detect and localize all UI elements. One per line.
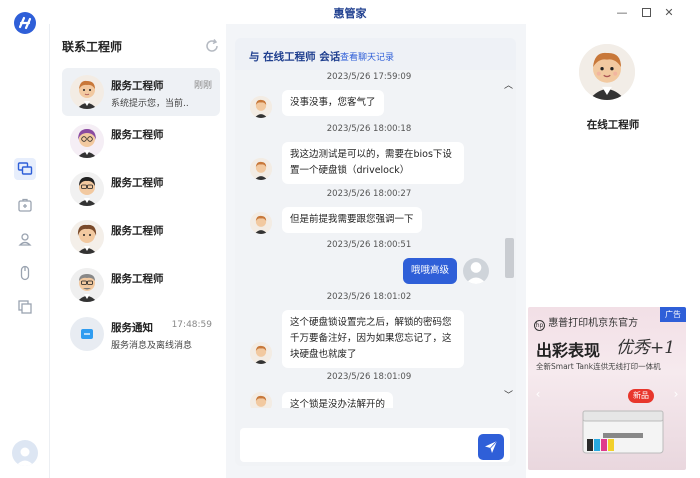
ad-banner[interactable]: 广告 hp 惠普打印机京东官方 出彩表现 优秀+1 全新Smart Tank连供… xyxy=(528,307,686,470)
contacts-header: 联系工程师 xyxy=(62,40,123,54)
message-bubble: 这个锁是没办法解开的 xyxy=(282,392,394,408)
contact-item[interactable]: 服务工程师 xyxy=(62,165,220,213)
refresh-button[interactable] xyxy=(204,38,220,54)
chevron-right-icon: › xyxy=(673,387,679,401)
engineer-avatar xyxy=(250,96,272,118)
chevron-up-icon[interactable]: ︿ xyxy=(504,78,513,91)
send-button[interactable] xyxy=(478,434,504,460)
engineer-avatar xyxy=(70,220,104,254)
ad-next-arrow[interactable]: › xyxy=(670,385,682,403)
contact-name: 服务工程师 xyxy=(111,225,164,237)
minimize-button[interactable]: — xyxy=(613,3,631,21)
contact-item[interactable]: 服务工程师 xyxy=(62,117,220,165)
message-list: 2023/5/26 17:59:09 没事没事，您客气了 2023/5/26 1… xyxy=(235,70,503,408)
contact-item[interactable]: 服务工程师 xyxy=(62,261,220,309)
notice-preview: 服务消息及离线消息 xyxy=(111,341,193,351)
chat-header: 与 在线工程师 会话 查看聊天记录 xyxy=(235,38,516,70)
location-person-icon xyxy=(18,233,32,246)
message-bubble: 这个硬盘锁设置完之后，解锁的密码您千万要备注好，因为如果您忘记了，这块硬盘也就废… xyxy=(282,310,464,368)
service-notice-item[interactable]: 服务通知 服务消息及离线消息 17:48:59 xyxy=(62,310,220,358)
engineer-avatar xyxy=(70,124,104,158)
mouse-icon xyxy=(20,265,30,281)
chat-icon xyxy=(17,162,33,175)
notice-name: 服务通知 xyxy=(111,322,153,334)
ad-script-text: 优秀+1 xyxy=(616,338,676,358)
contacts-panel: 联系工程师 服务工程师 系统提示您，当前... 刚刚 服务工程师 服务工程师 服… xyxy=(50,24,226,478)
copy-icon xyxy=(18,300,32,314)
my-message-bubble: 哦哦高级 xyxy=(403,258,458,284)
logo-icon xyxy=(18,16,32,30)
notice-time: 17:48:59 xyxy=(171,320,212,330)
engineer-avatar xyxy=(250,392,272,408)
chevron-left-icon: ‹ xyxy=(535,387,541,401)
maximize-icon xyxy=(641,7,651,17)
window-title: 惠管家 xyxy=(333,7,367,20)
refresh-icon xyxy=(206,39,218,52)
message-icon xyxy=(81,329,93,339)
ad-prev-arrow[interactable]: ‹ xyxy=(532,385,544,403)
service-nav-button[interactable] xyxy=(14,194,36,216)
message-input[interactable] xyxy=(240,428,510,462)
engineer-avatar xyxy=(250,158,272,180)
online-engineer-avatar xyxy=(579,44,635,100)
hp-logo-icon: hp xyxy=(534,320,545,331)
user-avatar[interactable] xyxy=(12,440,38,466)
message-timestamp: 2023/5/26 18:00:51 xyxy=(326,240,412,250)
close-icon: ✕ xyxy=(664,5,674,19)
engineer-avatar xyxy=(70,172,104,206)
chat-panel: 与 在线工程师 会话 查看聊天记录 2023/5/26 17:59:09 没事没… xyxy=(235,38,516,466)
engineer-panel: 在线工程师 广告 hp 惠普打印机京东官方 出彩表现 优秀+1 全新Smart … xyxy=(526,24,700,478)
contact-time: 刚刚 xyxy=(193,81,212,91)
engineer-avatar xyxy=(70,75,104,109)
ad-brand: hp 惠普打印机京东官方 xyxy=(534,318,639,331)
scrollbar-thumb[interactable] xyxy=(505,238,514,278)
chat-title: 与 在线工程师 会话 xyxy=(249,51,341,63)
chat-scrollbar[interactable]: ︿ ﹀ xyxy=(504,78,514,408)
ad-subtitle: 全新Smart Tank连供无线打印一体机 xyxy=(536,362,661,371)
printer-icon xyxy=(582,410,664,454)
contact-name: 服务工程师 xyxy=(111,129,164,141)
send-icon xyxy=(485,440,498,453)
nav-rail xyxy=(0,12,50,478)
maximize-button[interactable] xyxy=(637,3,655,21)
contact-item[interactable]: 服务工程师 系统提示您，当前... 刚刚 xyxy=(62,68,220,116)
message-bubble: 我这边测试是可以的，需要在bios下设置一个硬盘锁（drivelock） xyxy=(282,142,464,184)
user-icon xyxy=(16,447,34,466)
contact-preview: 系统提示您，当前... xyxy=(111,99,189,109)
contact-name: 服务工程师 xyxy=(111,273,164,285)
message-bubble: 没事没事，您客气了 xyxy=(282,90,384,116)
contact-name: 服务工程师 xyxy=(111,80,164,92)
notice-avatar xyxy=(70,317,104,351)
engineer-avatar xyxy=(70,268,104,302)
close-button[interactable]: ✕ xyxy=(660,3,678,21)
message-timestamp: 2023/5/26 18:00:18 xyxy=(326,124,412,134)
title-bar: 惠管家 — ✕ xyxy=(0,0,700,24)
toolbox-icon xyxy=(18,198,32,212)
ad-badge: 广告 xyxy=(660,307,686,322)
chat-history-link[interactable]: 查看聊天记录 xyxy=(340,50,394,63)
contact-name: 服务工程师 xyxy=(111,177,164,189)
chat-nav-button[interactable] xyxy=(14,158,36,180)
ad-slogan: 出彩表现 xyxy=(536,341,601,360)
my-avatar xyxy=(463,258,489,284)
user-icon xyxy=(465,262,487,284)
engineer-avatar xyxy=(250,342,272,364)
device-nav-button[interactable] xyxy=(14,262,36,284)
message-bubble: 但是前提我需要跟您强调一下 xyxy=(282,207,422,233)
chevron-down-icon[interactable]: ﹀ xyxy=(504,388,513,401)
records-nav-button[interactable] xyxy=(14,296,36,318)
app-logo xyxy=(14,12,36,34)
location-nav-button[interactable] xyxy=(14,228,36,250)
message-timestamp: 2023/5/26 17:59:09 xyxy=(326,72,412,82)
ad-new-tag: 新品 xyxy=(628,389,654,403)
message-timestamp: 2023/5/26 18:01:02 xyxy=(326,292,412,302)
online-engineer-name: 在线工程师 xyxy=(586,119,640,131)
engineer-avatar xyxy=(250,212,272,234)
message-timestamp: 2023/5/26 18:00:27 xyxy=(326,189,412,199)
minimize-icon: — xyxy=(616,5,628,19)
message-timestamp: 2023/5/26 18:01:09 xyxy=(326,372,412,382)
contact-item[interactable]: 服务工程师 xyxy=(62,213,220,261)
